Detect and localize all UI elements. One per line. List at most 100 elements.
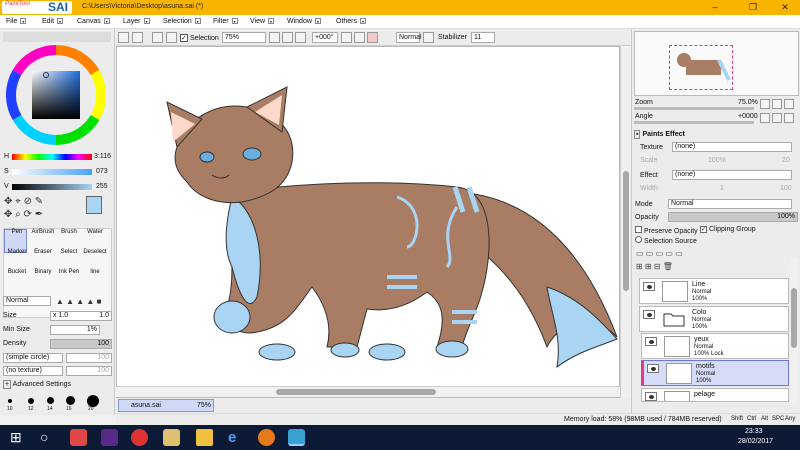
search-icon[interactable]: ○ [40,429,57,446]
layer-item-yeux[interactable]: yeux Normal 100% Lock [641,333,789,359]
app-icon-4[interactable] [163,429,180,446]
view-mode-button[interactable] [423,32,434,43]
brush-ink-pen[interactable]: Ink Pen [56,269,82,281]
view-mode-select[interactable]: Normal [396,32,422,43]
app-icon-2[interactable] [101,429,118,446]
minimize-button[interactable]: – [700,0,730,15]
visibility-eye-icon[interactable] [643,310,655,319]
advanced-settings[interactable]: + Advanced Settings [3,380,71,389]
brush-deselect[interactable]: Deselect [82,249,108,261]
zoom-reset-button[interactable] [295,32,306,43]
min-size-field[interactable]: 1% [50,325,100,335]
nav-zoom-out-button[interactable] [760,99,770,109]
brush-brush[interactable]: Brush [56,229,82,241]
brush-texture-select[interactable]: (no texture) [3,366,63,376]
layer-mode-select[interactable]: Normal [668,199,792,209]
value-slider[interactable] [12,184,92,190]
preserve-opacity-checkbox[interactable]: Preserve Opacity [635,226,698,235]
layer-item-pelage[interactable]: pelage [641,388,789,402]
brush-size-dot[interactable] [28,398,34,404]
zoom-out-button[interactable] [269,32,280,43]
file-explorer-icon[interactable] [196,429,213,446]
edge-icon[interactable]: e [228,429,245,446]
menu-view[interactable]: View ▾ [250,18,275,25]
paints-effect-header[interactable]: ▪ Paints Effect [634,130,685,139]
horizontal-scroll-thumb[interactable] [276,389,436,395]
menu-edit[interactable]: Edit ▾ [42,18,64,25]
size-field[interactable]: x 1.0 1.0 [50,311,112,321]
paint-tool-sai-taskbar-icon[interactable] [288,429,305,446]
brush-water[interactable]: Water [82,229,108,241]
nav-angle-slider[interactable] [634,121,754,124]
rotate-right-button[interactable] [354,32,365,43]
deselect-button[interactable] [152,32,163,43]
brush-size-dot[interactable] [66,396,75,405]
brush-select[interactable]: Select [56,249,82,261]
nav-zoom-slider[interactable] [634,107,754,110]
brush-eraser[interactable]: Eraser [30,249,56,261]
zoom-in-button[interactable] [282,32,293,43]
layer-toolbar-icons[interactable]: ▭ ▭ ▭ ▭ ▭ [636,249,796,259]
horizontal-scrollbar[interactable] [116,386,620,397]
maximize-button[interactable]: ❐ [738,0,768,15]
stabilizer-select[interactable]: 11 [471,32,495,43]
foreground-color-swatch[interactable] [86,196,102,214]
brush-shape-icons[interactable]: ▲ ▲ ▲ ▲ ■ [56,297,112,306]
vertical-scroll-thumb[interactable] [623,171,629,291]
layer-item-motifs[interactable]: motifs Normal 100% [641,360,789,386]
brush-marker[interactable]: Marker [4,249,30,261]
brush-size-dot[interactable] [8,399,12,403]
saturation-slider[interactable] [12,169,92,175]
menu-others[interactable]: Others ▾ [336,18,367,25]
nav-zoom-reset-button[interactable] [784,99,794,109]
flip-button[interactable] [367,32,378,43]
menu-file[interactable]: File ▾ [6,18,27,25]
brush-shape-value[interactable]: 100 [66,353,112,363]
brush-binary[interactable]: Binary [30,269,56,281]
menu-selection[interactable]: Selection ▾ [163,18,201,25]
angle-select[interactable]: +000° [312,32,338,43]
nav-zoom-in-button[interactable] [772,99,782,109]
visibility-eye-icon[interactable] [645,337,657,346]
layer-action-icons[interactable]: ⊞ ⊞ ⊟ 🗑 [636,262,796,272]
visibility-eye-icon[interactable] [645,392,657,401]
navigator-preview[interactable] [634,31,799,96]
tool-icons[interactable]: ✥ ⌖ ⊘ ✎ ✥ ⌕ ⟳ ✒ [4,195,79,223]
texture-select[interactable]: (none) [672,142,792,152]
visibility-eye-icon[interactable] [643,282,655,291]
brush-airbrush[interactable]: AirBrush [30,229,56,241]
effect-select[interactable]: (none) [672,170,792,180]
app-icon-3[interactable] [131,429,148,446]
undo-button[interactable] [118,32,129,43]
hue-slider[interactable] [12,154,92,160]
layer-item-colo[interactable]: Colo Normal 100% [639,306,789,332]
app-icon-1[interactable] [70,429,87,446]
rotate-left-button[interactable] [341,32,352,43]
zoom-select[interactable]: 75% [222,32,266,43]
brush-texture-value[interactable]: 100 [66,366,112,376]
brush-pen[interactable]: Pen [4,229,30,241]
menu-canvas[interactable]: Canvas ▾ [77,18,110,25]
drawing-canvas[interactable] [116,46,620,398]
clipping-group-checkbox[interactable]: ✓ Clipping Group [700,226,756,233]
layer-item-line[interactable]: Line Normal 100% [639,278,789,304]
brush-line[interactable]: line [82,269,108,281]
firefox-icon[interactable] [258,429,275,446]
visibility-eye-icon[interactable] [647,364,659,373]
brush-bucket[interactable]: Bucket [4,269,30,281]
menu-filter[interactable]: Filter ▾ [213,18,238,25]
nav-rotate-left-button[interactable] [760,113,770,123]
color-wheel[interactable] [6,45,106,145]
density-field[interactable]: 100 [50,339,112,349]
layer-opacity-slider[interactable]: 100% [668,212,798,222]
brush-shape-select[interactable]: (simple circle) [3,353,63,363]
windows-start-icon[interactable]: ⊞ [10,429,27,446]
vertical-scrollbar[interactable] [620,46,631,398]
selection-source-checkbox[interactable]: Selection Source [635,236,697,245]
layers-scroll-thumb[interactable] [791,288,797,348]
layers-scrollbar[interactable] [790,258,798,403]
redo-button[interactable] [132,32,143,43]
close-button[interactable]: ✕ [770,0,800,15]
menu-layer[interactable]: Layer ▾ [123,18,150,25]
nav-rotate-reset-button[interactable] [784,113,794,123]
